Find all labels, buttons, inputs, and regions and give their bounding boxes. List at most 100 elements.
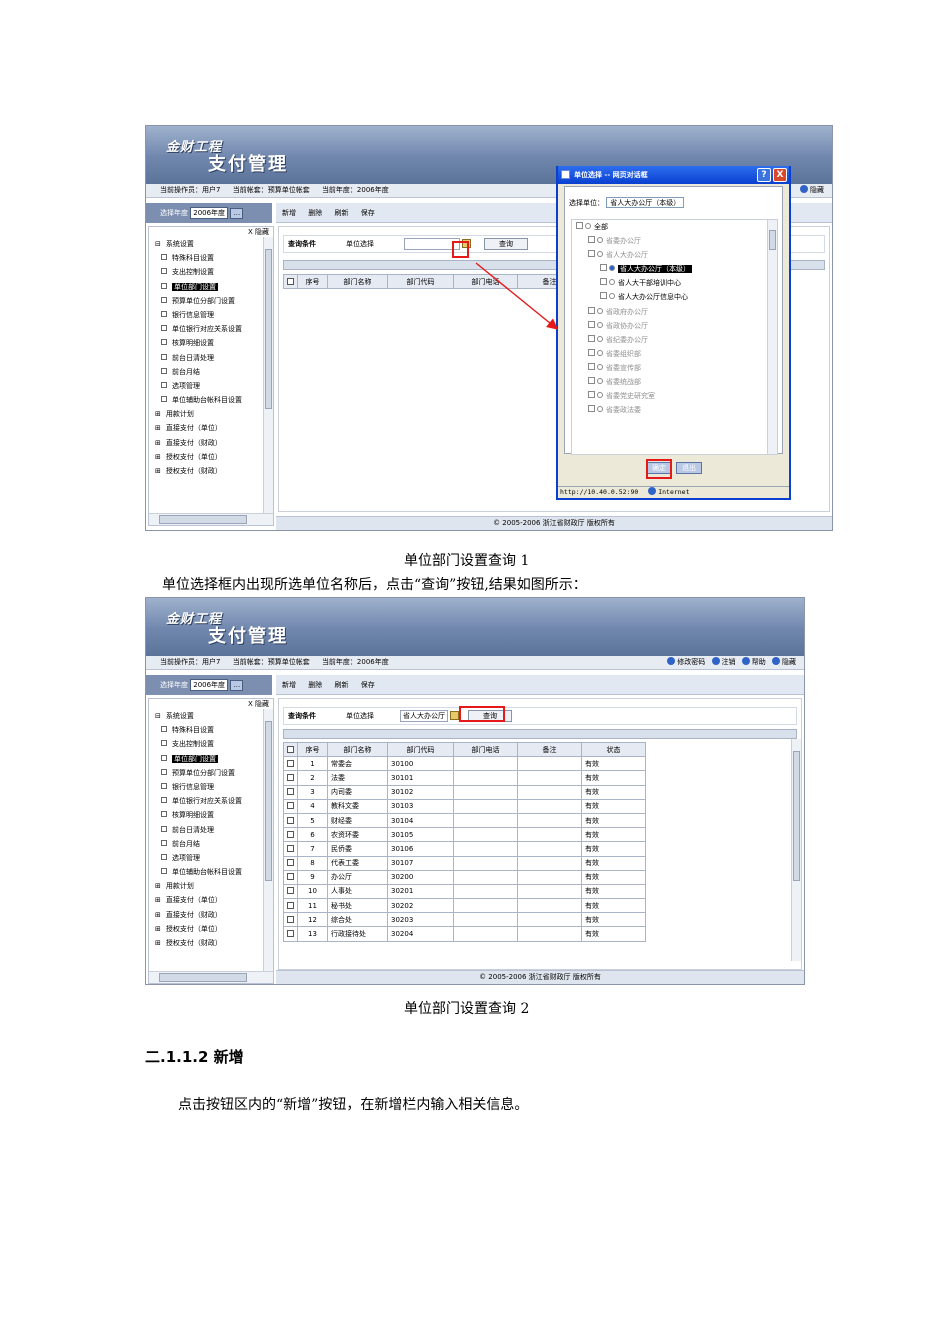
select-all-checkbox[interactable] xyxy=(283,741,298,758)
screenshot-query-2: 金财工程 支付管理 当前操作员：用户7 当前帐套：预算单位帐套 当前年度：200… xyxy=(145,597,805,985)
sidebar-item[interactable]: 银行信息管理 xyxy=(149,780,263,794)
save-button[interactable]: 保存 xyxy=(361,681,375,689)
table-cell: 农资环委 xyxy=(327,827,388,843)
sidebar-item-label: 核算明细设置 xyxy=(172,811,214,820)
column-header[interactable]: 状态 xyxy=(581,741,646,758)
column-header[interactable]: 部门电话 xyxy=(453,741,518,758)
table-cell: 有效 xyxy=(581,784,646,800)
add-button[interactable]: 新增 xyxy=(282,681,296,689)
table-cell: 30102 xyxy=(387,784,454,800)
change-password-icon xyxy=(667,657,676,665)
help-link[interactable]: 帮助 xyxy=(741,657,766,666)
table-cell: 有效 xyxy=(581,812,646,829)
collapse-icon: ⊟ xyxy=(155,712,161,720)
table-cell: 人事处 xyxy=(327,883,388,900)
column-header[interactable]: 部门代码 xyxy=(387,741,454,758)
table-row[interactable]: 3 内司委 30102 有效 xyxy=(283,784,646,800)
table-cell: 财经委 xyxy=(327,812,388,829)
table-row[interactable]: 10 人事处 30201 有效 xyxy=(283,883,646,900)
sidebar-item[interactable]: ⊞ 用款计划 xyxy=(149,879,263,893)
row-checkbox[interactable] xyxy=(283,926,298,942)
sidebar-hide-button[interactable]: X 隐藏 xyxy=(149,699,273,709)
logo-line2: 支付管理 xyxy=(208,626,288,647)
sidebar-item-label: 选项管理 xyxy=(172,853,200,862)
sidebar-item[interactable]: ⊞ 授权支付（财政） xyxy=(149,936,263,950)
table-cell: 3 xyxy=(297,784,328,800)
row-checkbox[interactable] xyxy=(283,855,298,871)
table-cell: 30203 xyxy=(387,912,454,928)
sidebar-item[interactable]: 核算明细设置 xyxy=(149,808,263,822)
table-cell xyxy=(517,827,582,843)
year-input[interactable]: 2006年度 xyxy=(190,679,229,691)
sidebar-item[interactable]: 前台月结 xyxy=(149,837,263,851)
checkbox-icon xyxy=(287,873,294,881)
row-checkbox[interactable] xyxy=(283,798,298,814)
table-row[interactable]: 2 法委 30101 有效 xyxy=(283,770,646,786)
tree-node-icon xyxy=(161,853,167,860)
row-checkbox[interactable] xyxy=(283,912,298,928)
instruction-text: 单位选择框内出现所选单位名称后，点击“查询”按钮,结果如图所示： xyxy=(162,577,587,593)
sidebar-item[interactable]: 预算单位分部门设置 xyxy=(149,766,263,780)
row-checkbox[interactable] xyxy=(283,827,298,843)
row-checkbox[interactable] xyxy=(283,898,298,914)
hide-link[interactable]: 隐藏 xyxy=(772,657,796,666)
change-password-link[interactable]: 修改密码 xyxy=(667,657,705,666)
table-cell: 有效 xyxy=(581,883,646,900)
table-cell: 1 xyxy=(297,756,328,772)
row-checkbox[interactable] xyxy=(283,841,298,857)
table-row[interactable]: 6 农资环委 30105 有效 xyxy=(283,827,646,843)
row-checkbox[interactable] xyxy=(283,756,298,772)
table-cell xyxy=(453,827,518,843)
year-label: 选择年度 xyxy=(160,681,188,689)
refresh-button[interactable]: 刷新 xyxy=(334,681,348,689)
logout-link[interactable]: 注销 xyxy=(711,657,736,666)
unit-picker-icon[interactable] xyxy=(450,711,459,720)
year-picker-button[interactable]: … xyxy=(230,679,244,691)
grid-scrollbar[interactable] xyxy=(791,739,801,961)
delete-button[interactable]: 删除 xyxy=(308,681,322,689)
sidebar-item[interactable]: ⊞ 直接支付（财政） xyxy=(149,908,263,922)
table-cell: 30200 xyxy=(387,869,454,885)
sidebar-item[interactable]: 单位银行对应关系设置 xyxy=(149,794,263,808)
row-checkbox[interactable] xyxy=(283,784,298,800)
sidebar-hscrollbar[interactable] xyxy=(149,971,273,983)
table-cell xyxy=(453,756,518,772)
sidebar-item-label: 前台日清处理 xyxy=(172,825,214,834)
table-row[interactable]: 13 行政接待处 30204 有效 xyxy=(283,926,646,942)
row-checkbox[interactable] xyxy=(283,770,298,786)
table-cell: 秘书处 xyxy=(327,898,388,914)
table-cell xyxy=(453,784,518,800)
sidebar-item[interactable]: 单位辅助台帐科目设置 xyxy=(149,865,263,879)
table-row[interactable]: 9 办公厅 30200 有效 xyxy=(283,869,646,885)
row-checkbox[interactable] xyxy=(283,883,298,900)
checkbox-icon xyxy=(287,759,294,767)
table-row[interactable]: 4 教科文委 30103 有效 xyxy=(283,798,646,814)
table-row[interactable]: 8 代表工委 30107 有效 xyxy=(283,855,646,871)
sidebar-item[interactable]: ⊟ 系统设置 xyxy=(149,709,263,723)
table-row[interactable]: 1 常委会 30100 有效 xyxy=(283,756,646,772)
sidebar-item[interactable]: 支出控制设置 xyxy=(149,737,263,751)
table-cell xyxy=(453,883,518,900)
column-header[interactable]: 备注 xyxy=(517,741,582,758)
sidebar-item[interactable]: 前台日清处理 xyxy=(149,823,263,837)
table-row[interactable]: 7 民侨委 30106 有效 xyxy=(283,841,646,857)
table-row[interactable]: 5 财经委 30104 有效 xyxy=(283,812,646,829)
sidebar-item[interactable]: 单位部门设置 xyxy=(149,752,263,766)
sidebar-item[interactable]: 选项管理 xyxy=(149,851,263,865)
row-checkbox[interactable] xyxy=(283,812,298,829)
table-row[interactable]: 12 综合处 30203 有效 xyxy=(283,912,646,928)
tree-node-icon xyxy=(161,839,167,846)
table-cell: 有效 xyxy=(581,912,646,928)
row-checkbox[interactable] xyxy=(283,869,298,885)
sidebar-item[interactable]: ⊞ 直接支付（单位） xyxy=(149,893,263,907)
highlight-query-button xyxy=(459,706,505,722)
sidebar-item[interactable]: 特殊科目设置 xyxy=(149,723,263,737)
column-header[interactable]: 部门名称 xyxy=(327,741,388,758)
table-row[interactable]: 11 秘书处 30202 有效 xyxy=(283,898,646,914)
column-header[interactable]: 序号 xyxy=(297,741,328,758)
table-cell: 30107 xyxy=(387,855,454,871)
sidebar-item[interactable]: ⊞ 授权支付（单位） xyxy=(149,922,263,936)
sidebar-scrollbar[interactable] xyxy=(263,709,273,971)
table-cell xyxy=(517,855,582,871)
unit-select-input[interactable]: 省人大办公厅 xyxy=(400,710,448,722)
